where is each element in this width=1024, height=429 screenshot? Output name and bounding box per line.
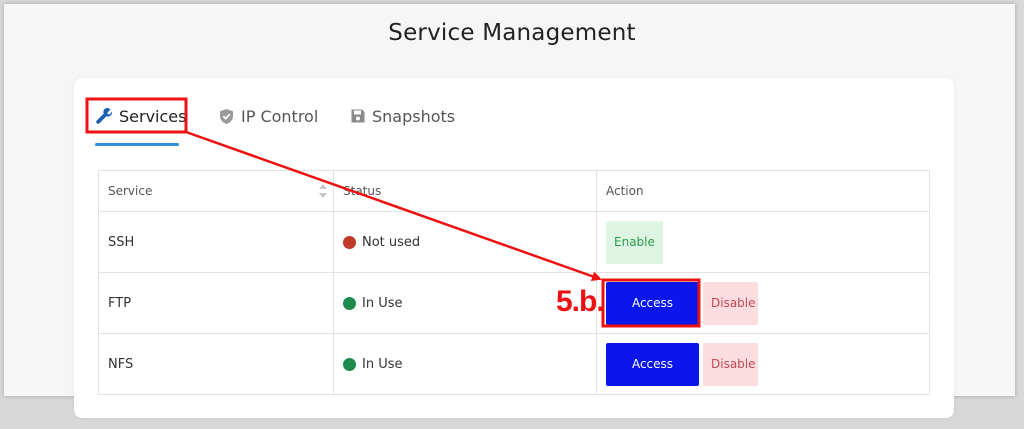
- status-cell: In Use: [333, 333, 597, 395]
- table-header-row: Service Status Action: [98, 170, 930, 212]
- access-details-button[interactable]: Access Details: [606, 342, 699, 414]
- tab-services-label: Services: [119, 106, 187, 126]
- page-title: Service Management: [388, 20, 636, 46]
- active-tab-indicator: [95, 143, 179, 146]
- step-label: 5.b.: [556, 285, 605, 318]
- enable-button[interactable]: Enable: [606, 220, 663, 264]
- access-details-button[interactable]: Access Details: [606, 281, 699, 353]
- table-row-nfs: NFS In Use Access DetailsDisable: [98, 333, 930, 414]
- shield-check-icon: [218, 108, 235, 125]
- status-text: In Use: [362, 356, 403, 372]
- column-header-status: Status: [333, 170, 597, 212]
- status-dot-icon: [343, 296, 356, 310]
- tab-snapshots-label: Snapshots: [372, 106, 456, 126]
- tab-ip-control[interactable]: IP Control: [218, 104, 318, 128]
- service-name: FTP: [98, 272, 334, 334]
- tab-services[interactable]: Services: [95, 104, 186, 128]
- status-dot-icon: [343, 357, 356, 371]
- action-cell: Access DetailsDisable: [596, 333, 930, 414]
- column-header-action: Action: [596, 170, 930, 212]
- services-table: Service Status Action SSH Not used Enabl…: [98, 170, 930, 414]
- status-dot-icon: [343, 235, 356, 249]
- status-cell: Not used: [333, 211, 597, 273]
- wrench-icon: [95, 107, 113, 125]
- action-cell: Access DetailsDisable: [596, 272, 930, 353]
- service-name: NFS: [98, 333, 334, 395]
- status-text: Not used: [362, 234, 421, 250]
- disable-button[interactable]: Disable: [703, 342, 758, 386]
- disable-button[interactable]: Disable: [703, 281, 758, 325]
- service-card: Services IP Control Snapshots Service St…: [74, 78, 954, 418]
- column-header-service[interactable]: Service: [98, 170, 334, 212]
- table-row-ssh: SSH Not used Enable: [98, 211, 930, 273]
- service-name: SSH: [98, 211, 334, 273]
- tab-snapshots[interactable]: Snapshots: [350, 104, 455, 128]
- tab-ip-control-label: IP Control: [241, 106, 319, 126]
- action-cell: Enable: [596, 211, 930, 273]
- status-text: In Use: [362, 295, 403, 311]
- table-row-ftp: FTP In Use Access DetailsDisable: [98, 272, 930, 353]
- tab-bar: Services IP Control Snapshots: [74, 78, 954, 148]
- sort-icon[interactable]: [319, 184, 327, 198]
- floppy-disk-icon: [350, 108, 366, 124]
